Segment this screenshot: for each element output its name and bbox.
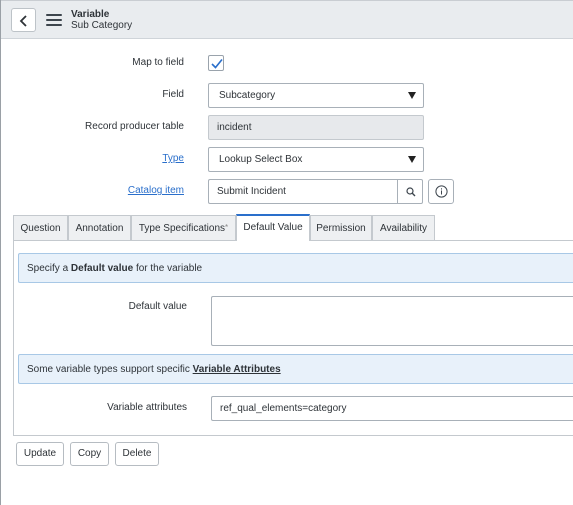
delete-button[interactable]: Delete [115,442,159,466]
tab-permission[interactable]: Permission [310,215,372,241]
dropdown-arrow-icon [408,92,416,99]
hamburger-menu-icon[interactable] [46,14,62,26]
form-title: Variable [71,9,110,20]
tab-annotation-label: Annotation [75,223,124,234]
update-button[interactable]: Update [16,442,64,466]
field-label: Field [162,89,184,100]
default-value-label: Default value [128,301,187,312]
field-select-value: Subcategory [219,90,276,101]
type-select-value: Lookup Select Box [219,154,303,165]
note-text: Some variable types support specific [27,364,193,375]
default-value-textarea[interactable] [211,296,573,346]
search-icon [406,187,416,197]
variable-attributes-info-note: Some variable types support specific Var… [18,354,573,384]
record-producer-table-field: incident [208,115,424,140]
chevron-left-icon [19,15,27,27]
tab-type-specifications-label: Type Specifications [138,223,226,234]
note-text: Specify a [27,263,71,274]
copy-button[interactable]: Copy [70,442,109,466]
type-select[interactable]: Lookup Select Box [208,147,424,172]
map-to-field-label: Map to field [132,57,184,68]
tab-question-label: Question [20,223,61,234]
section-tabs: Question Annotation Type Specifications*… [13,214,573,241]
tab-question[interactable]: Question [13,215,68,241]
tab-default-value[interactable]: Default Value [236,214,310,241]
tab-annotation[interactable]: Annotation [68,215,131,241]
variable-attributes-input[interactable]: ref_qual_elements=category [211,396,573,421]
reference-info-button[interactable] [428,179,454,204]
variable-attributes-link[interactable]: Variable Attributes [193,364,281,375]
map-to-field-checkbox[interactable] [208,55,224,71]
window-left-border [0,0,1,505]
type-link[interactable]: Type [162,153,184,164]
field-select[interactable]: Subcategory [208,83,424,108]
info-icon [435,185,448,198]
back-button[interactable] [11,8,36,32]
record-producer-table-label: Record producer table [85,121,184,132]
variable-attributes-label: Variable attributes [107,402,187,413]
tab-permission-label: Permission [316,223,366,234]
form-header: Variable Sub Category [1,1,573,39]
checkmark-icon [211,58,223,69]
catalog-item-link[interactable]: Catalog item [128,185,184,196]
default-value-info-note: Specify a Default value for the variable [18,253,573,283]
tab-default-value-label: Default Value [243,222,303,233]
form-subtitle: Sub Category [71,20,133,31]
tab-availability[interactable]: Availability [372,215,435,241]
modified-marker: * [225,223,229,232]
catalog-item-input[interactable]: Submit Incident [208,179,397,204]
tab-availability-label: Availability [379,223,428,234]
lookup-search-button[interactable] [397,179,423,204]
tab-type-specifications[interactable]: Type Specifications* [131,215,236,241]
dropdown-arrow-icon [408,156,416,163]
note-bold-text: Default value [70,263,134,274]
note-text: for the variable [133,263,203,274]
